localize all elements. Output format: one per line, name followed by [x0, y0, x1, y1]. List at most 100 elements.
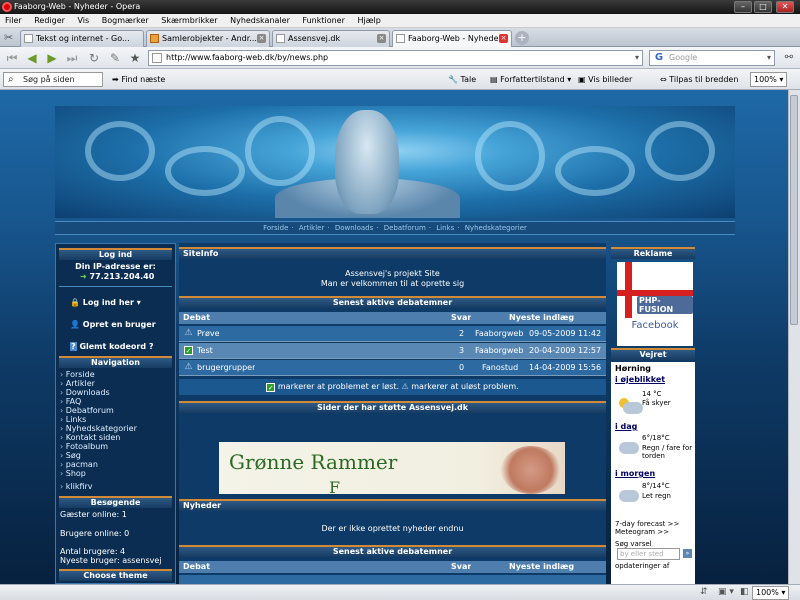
- nav-debatforum[interactable]: Debatforum: [60, 406, 114, 415]
- menu-tools[interactable]: Funktioner: [297, 14, 349, 28]
- theme-panel-title: Choose theme: [59, 569, 172, 581]
- table-row[interactable]: [179, 575, 606, 584]
- find-in-page-input[interactable]: ⌕ Søg på siden: [3, 72, 103, 87]
- tab-faaborg-web[interactable]: Faaborg-Web - Nyheder ×: [392, 30, 512, 48]
- nav-klikfirv[interactable]: klikfirv: [60, 482, 93, 491]
- ip-label: Din IP-adresse er:: [75, 262, 156, 271]
- menu-edit[interactable]: Rediger: [29, 14, 70, 28]
- nav-sog[interactable]: Søg: [60, 451, 81, 460]
- nav-artikler[interactable]: Artikler: [60, 379, 95, 388]
- banner-title: Grønne Rammer: [229, 450, 398, 474]
- forecast-search-input[interactable]: by eller sted: [617, 548, 680, 560]
- nav-kontakt[interactable]: Kontakt siden: [60, 433, 121, 442]
- find-next-button[interactable]: ➡ Find næste: [112, 73, 165, 86]
- forward-icon[interactable]: ▶: [44, 50, 60, 66]
- unsolved-icon: ⚠: [401, 382, 409, 391]
- back-icon[interactable]: ◀: [24, 50, 40, 66]
- address-url: http://www.faaborg-web.dk/by/news.php: [166, 53, 329, 62]
- lock-icon: 🔒: [70, 298, 80, 307]
- nav-link-downloads[interactable]: Downloads: [335, 224, 373, 232]
- forgot-password-link[interactable]: ? Glemt kodeord ?: [70, 342, 153, 352]
- edit-icon[interactable]: ✎: [108, 50, 122, 66]
- fit-width-button[interactable]: ⇔ Tilpas til bredden: [660, 73, 738, 86]
- register-link[interactable]: 👤 Opret en bruger: [70, 320, 156, 330]
- facebook-text: Facebook: [631, 320, 679, 331]
- menu-file[interactable]: Filer: [0, 14, 27, 28]
- login-link[interactable]: 🔒 Log ind her ▾: [70, 298, 141, 308]
- address-field[interactable]: http://www.faaborg-web.dk/by/news.php ▾: [148, 50, 643, 66]
- ad-banner[interactable]: PHP-FUSION Facebook: [617, 262, 693, 346]
- nav-link-debatforum[interactable]: Debatforum: [384, 224, 426, 232]
- scrollbar-thumb[interactable]: [790, 95, 798, 325]
- key-icon: ?: [70, 342, 77, 351]
- page-icon: [396, 34, 405, 43]
- header-face-image: [335, 110, 399, 214]
- minimize-button[interactable]: –: [734, 1, 752, 13]
- maximize-button[interactable]: □: [754, 1, 772, 13]
- forecast-link[interactable]: 7-day forecast >>: [615, 520, 679, 528]
- nav-nyhedskategorier[interactable]: Nyhedskategorier: [60, 424, 137, 433]
- weather-panel-title: Vejret: [611, 348, 695, 360]
- sponsors-title: Sider der har støtte Assensvej.dk: [179, 401, 606, 413]
- fast-forward-icon[interactable]: ⏭: [64, 50, 80, 66]
- close-window-button[interactable]: ✕: [776, 1, 794, 13]
- search-field[interactable]: G Google ▾: [649, 50, 775, 66]
- menu-widgets[interactable]: Skærmbrikker: [156, 14, 222, 28]
- today-link[interactable]: i dag: [615, 423, 637, 431]
- menu-help[interactable]: Hjælp: [352, 14, 385, 28]
- close-tab-icon[interactable]: ×: [377, 34, 386, 43]
- users-online: Brugere online: 0: [60, 529, 130, 538]
- speak-button[interactable]: 🔧 Tale: [448, 73, 476, 86]
- rain-thunder-icon: [619, 442, 639, 454]
- nav-shop[interactable]: Shop: [60, 469, 86, 478]
- reload-icon[interactable]: ↻: [86, 50, 102, 66]
- sponsor-banner[interactable]: Grønne Rammer F: [219, 442, 565, 494]
- table-row[interactable]: ✓ Test 3 Faaborgweb 20-04-2009 12:57: [179, 343, 606, 359]
- dropdown-icon[interactable]: ▾: [635, 51, 639, 65]
- today-temp: 6°/18°C: [642, 434, 670, 442]
- new-tab-button[interactable]: +: [515, 31, 529, 45]
- tomorrow-desc: Let regn: [642, 492, 671, 500]
- network-icon[interactable]: ⇵: [700, 587, 708, 597]
- nav-pacman[interactable]: pacman: [60, 460, 98, 469]
- author-mode-button[interactable]: ▤ Forfattertilstand ▾: [490, 73, 571, 86]
- nav-forside[interactable]: Forside: [60, 370, 95, 379]
- nav-link-forside[interactable]: Forside: [263, 224, 288, 232]
- window-titlebar: Faaborg-Web - Nyheder - Opera – □ ✕: [0, 0, 800, 14]
- menu-feeds[interactable]: Nyhedskanaler: [225, 14, 295, 28]
- meteogram-link[interactable]: Meteogram >>: [615, 528, 669, 536]
- navigation-panel-title: Navigation: [59, 356, 172, 368]
- table-row[interactable]: ⚠ Prøve 2 Faaborgweb 09-05-2009 11:42: [179, 326, 606, 342]
- nav-fotoalbum[interactable]: Fotoalbum: [60, 442, 108, 451]
- nav-links[interactable]: Links: [60, 415, 87, 424]
- image-toggle-icon[interactable]: ▣ ▾: [718, 587, 734, 597]
- nav-faq[interactable]: FAQ: [60, 397, 82, 406]
- rewind-icon[interactable]: ⏮: [4, 50, 20, 66]
- tomorrow-link[interactable]: i morgen: [615, 470, 655, 478]
- close-tab-icon[interactable]: ×: [499, 34, 508, 43]
- dropdown-icon[interactable]: ▾: [767, 51, 771, 65]
- nav-link-nyhedskategorier[interactable]: Nyhedskategorier: [465, 224, 527, 232]
- view-icon[interactable]: ◧: [740, 587, 749, 597]
- tab-assensvej[interactable]: Assensvej.dk ×: [272, 30, 390, 47]
- nav-link-links[interactable]: Links: [436, 224, 454, 232]
- bookmark-star-icon[interactable]: ★: [128, 50, 142, 66]
- now-link[interactable]: i øjeblikket: [615, 376, 665, 384]
- tools-icon[interactable]: ✂: [4, 31, 13, 44]
- tab-samlerobjekter[interactable]: Samlerobjekter - Andr... ×: [146, 30, 270, 47]
- table-row[interactable]: ⚠ brugergrupper 0 Fanostud 14-04-2009 15…: [179, 360, 606, 376]
- show-images-button[interactable]: ▣ Vis billeder: [578, 73, 632, 86]
- menu-view[interactable]: Vis: [73, 14, 95, 28]
- nav-downloads[interactable]: Downloads: [60, 388, 110, 397]
- unsolved-icon: ⚠: [184, 362, 193, 372]
- visual-tabs-icon[interactable]: ⚯: [780, 50, 798, 66]
- php-fusion-logo: PHP-FUSION: [637, 296, 693, 314]
- ip-address: ➜ 77.213.204.40: [80, 272, 155, 281]
- status-zoom-select[interactable]: 100% ▾: [752, 586, 790, 600]
- nav-link-artikler[interactable]: Artikler: [299, 224, 325, 232]
- forecast-search-button[interactable]: »: [683, 549, 692, 558]
- close-tab-icon[interactable]: ×: [257, 34, 266, 43]
- menu-bookmarks[interactable]: Bogmærker: [97, 14, 154, 28]
- zoom-select[interactable]: 100% ▾: [750, 72, 788, 87]
- tab-tekst[interactable]: Tekst og internet - Go...: [20, 30, 144, 47]
